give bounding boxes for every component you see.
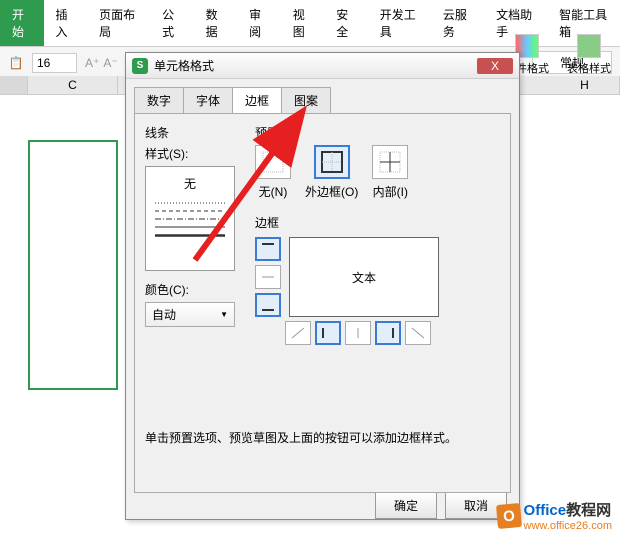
column-header-h[interactable]: H	[550, 76, 620, 94]
border-right-button[interactable]	[375, 321, 401, 345]
tab-devtools[interactable]: 开发工具	[368, 0, 431, 46]
dialog-titlebar[interactable]: S 单元格格式 X	[126, 53, 519, 79]
style-dashdot-icon[interactable]	[155, 218, 225, 220]
dialog-tab-pattern[interactable]: 图案	[281, 87, 331, 114]
dialog-title-text: 单元格格式	[154, 57, 214, 74]
color-dropdown[interactable]: 自动 ▼	[145, 302, 235, 327]
ok-button[interactable]: 确定	[375, 492, 437, 519]
table-style-label: 表格样式	[567, 60, 611, 76]
style-label: 样式(S):	[145, 145, 245, 162]
preset-outer[interactable]: 外边框(O)	[305, 145, 358, 200]
style-dotted-icon[interactable]	[155, 202, 225, 204]
color-auto-text: 自动	[152, 306, 176, 323]
color-label: 颜色(C):	[145, 281, 245, 298]
watermark-url: www.office26.com	[524, 520, 612, 532]
increase-font-icon[interactable]: A⁺	[85, 56, 99, 70]
border-diag-up-button[interactable]	[285, 321, 311, 345]
preset-inner[interactable]: 内部(I)	[372, 145, 408, 200]
preset-inner-icon	[372, 145, 408, 179]
app-icon: S	[132, 58, 148, 74]
style-thick-icon[interactable]	[155, 234, 225, 237]
tab-view[interactable]: 视图	[281, 0, 325, 46]
border-preview-box[interactable]: 文本	[289, 237, 439, 317]
dialog-close-button[interactable]: X	[477, 58, 513, 74]
style-dashed-icon[interactable]	[155, 210, 225, 212]
watermark-brand2: 教程网	[566, 502, 611, 519]
dialog-tab-border[interactable]: 边框	[232, 87, 282, 114]
preset-inner-label: 内部(I)	[373, 183, 408, 200]
border-top-button[interactable]	[255, 237, 281, 261]
decrease-font-icon[interactable]: A⁻	[103, 56, 117, 70]
border-middle-v-button[interactable]	[345, 321, 371, 345]
style-none-option[interactable]: 无	[184, 171, 196, 196]
preview-text: 文本	[352, 269, 376, 286]
select-all-corner[interactable]	[0, 76, 28, 94]
preset-outer-label: 外边框(O)	[305, 183, 358, 200]
tab-review[interactable]: 审阅	[237, 0, 281, 46]
tab-data[interactable]: 数据	[194, 0, 238, 46]
cell-selection[interactable]	[28, 140, 118, 390]
dialog-tabs: 数字 字体 边框 图案	[134, 87, 511, 114]
tab-security[interactable]: 安全	[324, 0, 368, 46]
tab-formula[interactable]: 公式	[150, 0, 194, 46]
table-style-icon	[577, 34, 601, 58]
line-style-list[interactable]: 无	[145, 166, 235, 271]
watermark-icon: O	[496, 502, 522, 528]
tab-cloud[interactable]: 云服务	[431, 0, 484, 46]
preset-none[interactable]: 无(N)	[255, 145, 291, 200]
column-header-c[interactable]: C	[28, 76, 118, 94]
table-style-button[interactable]: 表格样式	[563, 30, 615, 80]
dialog-content: 线条 样式(S): 无 颜色(C): 自动 ▼ 预置	[134, 113, 511, 493]
border-middle-h-button[interactable]	[255, 265, 281, 289]
border-left-button[interactable]	[315, 321, 341, 345]
tab-layout[interactable]: 页面布局	[87, 0, 150, 46]
watermark: O Office教程网 www.office26.com	[497, 499, 612, 532]
border-diag-down-button[interactable]	[405, 321, 431, 345]
dialog-tab-font[interactable]: 字体	[183, 87, 233, 114]
preset-none-label: 无(N)	[259, 183, 288, 200]
line-section-label: 线条	[145, 124, 245, 141]
font-size-input[interactable]: 16	[32, 53, 77, 73]
cell-format-dialog: S 单元格格式 X 数字 字体 边框 图案 线条 样式(S): 无 颜色(C):…	[125, 52, 520, 520]
preset-section-label: 预置	[255, 124, 505, 141]
tab-start[interactable]: 开始	[0, 0, 44, 46]
watermark-brand1: Office	[524, 502, 567, 519]
style-thin-icon[interactable]	[155, 226, 225, 228]
dropdown-arrow-icon: ▼	[220, 310, 228, 319]
tab-insert[interactable]: 插入	[44, 0, 88, 46]
border-bottom-button[interactable]	[255, 293, 281, 317]
preset-outer-icon	[314, 145, 350, 179]
preset-none-icon	[255, 145, 291, 179]
hint-text: 单击预置选项、预览草图及上面的按钮可以添加边框样式。	[145, 429, 457, 446]
border-section-label: 边框	[255, 214, 505, 231]
dialog-tab-number[interactable]: 数字	[134, 87, 184, 114]
paste-icon[interactable]: 📋	[8, 55, 24, 71]
